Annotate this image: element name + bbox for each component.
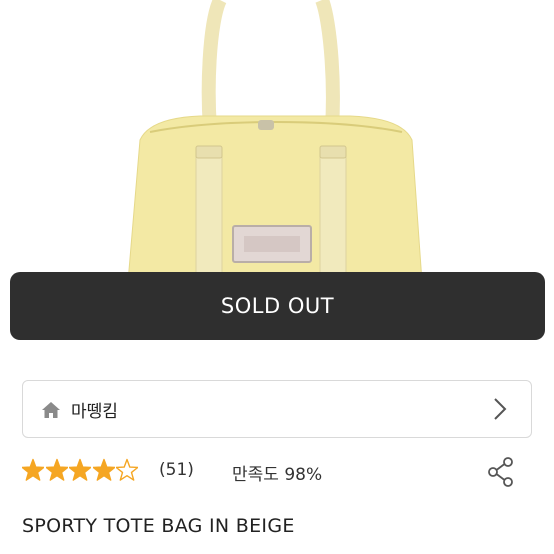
- product-photo-yellow-tote-bag: [127, 0, 423, 282]
- product-image[interactable]: [0, 0, 554, 282]
- star-filled-icon: [22, 458, 44, 481]
- sold-out-banner: SOLD OUT: [10, 272, 545, 340]
- sold-out-label: SOLD OUT: [220, 294, 335, 318]
- satisfaction-rate: 만족도 98%: [232, 465, 323, 485]
- chevron-right-icon: [493, 397, 507, 421]
- store-name: 마뗑킴: [71, 402, 118, 422]
- star-filled-icon: [92, 458, 115, 481]
- rating-row: (51) 만족도 98%: [22, 456, 532, 488]
- store-link[interactable]: 마뗑킴: [22, 380, 532, 438]
- star-filled-icon: [45, 458, 68, 481]
- product-title: SPORTY TOTE BAG IN BEIGE: [22, 515, 295, 537]
- home-icon: [41, 401, 61, 419]
- star-empty-icon: [116, 458, 138, 481]
- star-rating: [22, 458, 140, 482]
- share-icon[interactable]: [486, 456, 516, 488]
- review-count[interactable]: (51): [159, 460, 194, 480]
- star-filled-icon: [69, 458, 91, 481]
